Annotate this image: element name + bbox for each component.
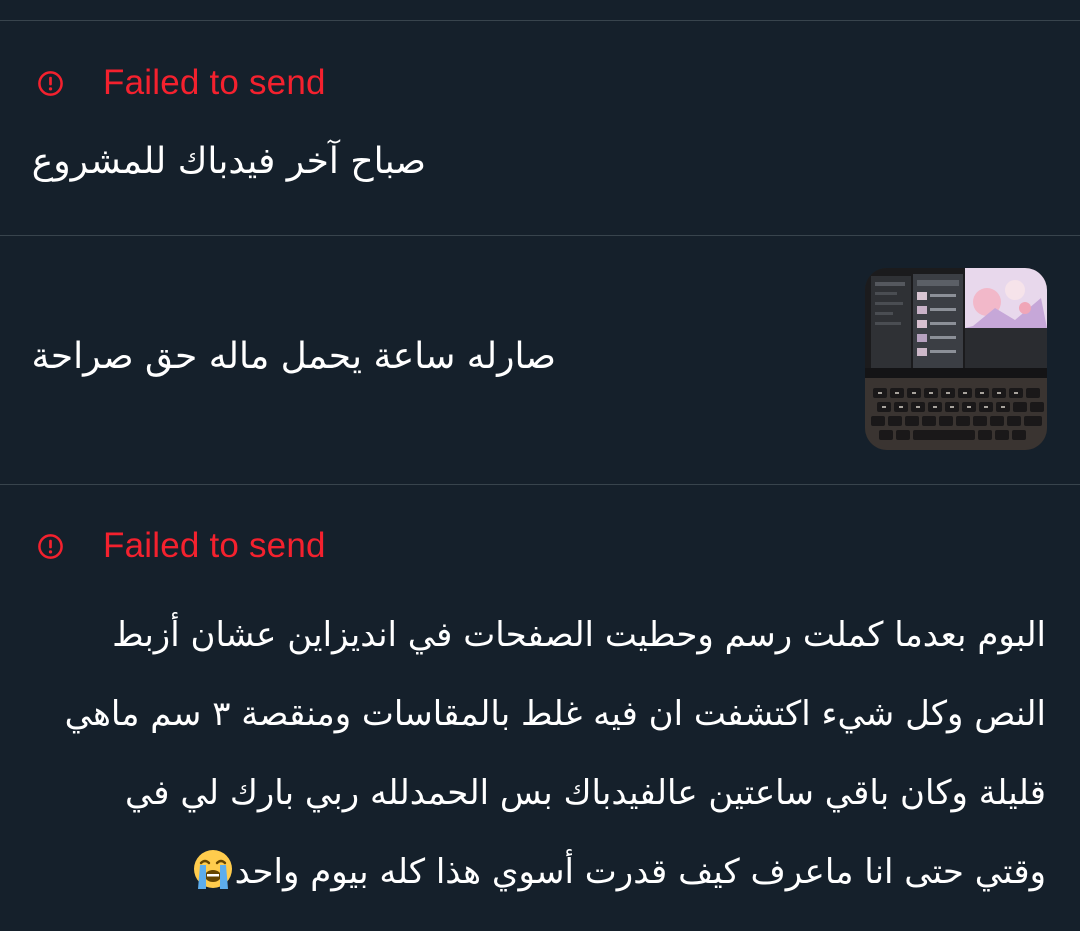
laptop-photo-icon	[865, 268, 1047, 450]
divider-1	[0, 235, 1080, 236]
message-line-4-text: وقتي حتى انا ماعرف كيف قدرت أسوي هذا كله…	[234, 852, 1046, 892]
dm-conversation: Failed to send صباح آخر فيدباك للمشروع ص…	[0, 0, 1080, 931]
message-text-3: البوم بعدما كملت رسم وحطيت الصفحات في ان…	[36, 596, 1046, 912]
divider-top	[0, 20, 1080, 21]
failed-to-send-status-2[interactable]: Failed to send	[37, 524, 326, 568]
divider-2	[0, 484, 1080, 485]
message-line-2: النص وكل شيء اكتشفت ان فيه غلط بالمقاسات…	[64, 694, 1046, 734]
alert-circle-icon	[38, 533, 63, 559]
failed-to-send-status-1[interactable]: Failed to send	[37, 61, 326, 105]
message-line-1: البوم بعدما كملت رسم وحطيت الصفحات في ان…	[112, 615, 1046, 655]
failed-to-send-label: Failed to send	[103, 63, 326, 102]
loudly-crying-face-emoji-icon	[193, 850, 232, 889]
photo-attachment[interactable]	[865, 268, 1047, 450]
message-text-1: صباح آخر فيدباك للمشروع	[31, 141, 426, 182]
message-line-3: قليلة وكان باقي ساعتين عالفيدباك بس الحم…	[124, 773, 1046, 813]
alert-circle-icon	[38, 70, 63, 96]
failed-to-send-label: Failed to send	[103, 526, 326, 565]
message-text-2: صارله ساعة يحمل ماله حق صراحة	[31, 336, 556, 377]
message-line-4: وقتي حتى انا ماعرف كيف قدرت أسوي هذا كله…	[36, 833, 1046, 912]
